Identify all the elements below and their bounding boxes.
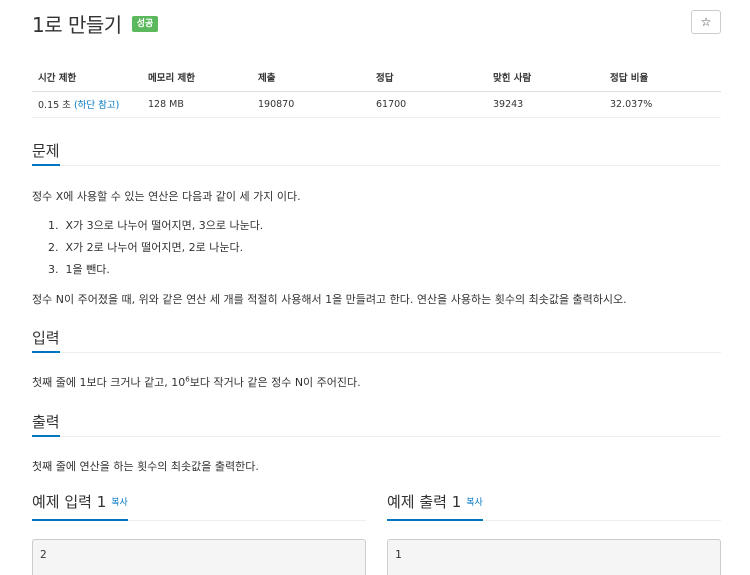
- list-text: X가 2로 나누어 떨어지면, 2로 나눈다.: [65, 241, 244, 254]
- list-number: 1.: [48, 219, 59, 232]
- table-header-row: 시간 제한 메모리 제한 제출 정답 맞힌 사람 정답 비율: [32, 64, 721, 92]
- output-section-header: 출력: [32, 411, 721, 437]
- column-header: 시간 제한: [32, 64, 142, 92]
- list-text: 1을 뺀다.: [65, 263, 110, 276]
- copy-output-button[interactable]: 복사: [466, 498, 483, 508]
- time-limit-value: 0.15 초: [38, 100, 74, 111]
- sample-output-title: 예제 출력 1: [387, 493, 462, 511]
- problem-heading: 문제: [32, 140, 60, 166]
- star-icon: ☆: [700, 15, 712, 29]
- problem-section-header: 문제: [32, 140, 721, 166]
- list-item: 1. X가 3으로 나누어 떨어지면, 3으로 나눈다.: [48, 218, 263, 240]
- list-text: X가 3으로 나누어 떨어지면, 3으로 나눈다.: [65, 219, 264, 232]
- input-description: 첫째 줄에 1보다 크거나 같고, 106보다 작거나 같은 정수 N이 주어진…: [32, 374, 722, 390]
- time-limit-cell: 0.15 초 (하단 참고): [32, 91, 142, 118]
- star-button[interactable]: ☆: [691, 10, 721, 34]
- list-item: 2. X가 2로 나누어 떨어지면, 2로 나눈다.: [48, 240, 263, 262]
- sample-input-heading: 예제 입력 1 복사: [32, 489, 128, 521]
- column-header: 맞힌 사람: [487, 64, 604, 92]
- problem-info-table: 시간 제한 메모리 제한 제출 정답 맞힌 사람 정답 비율 0.15 초 (하…: [32, 64, 721, 118]
- sample-output-header: 예제 출력 1 복사: [387, 489, 721, 521]
- operations-list: 1. X가 3으로 나누어 떨어지면, 3으로 나눈다. 2. X가 2로 나누…: [48, 218, 263, 284]
- copy-input-button[interactable]: 복사: [111, 498, 128, 508]
- problem-task: 정수 N이 주어졌을 때, 위와 같은 연산 세 개를 적절히 사용해서 1을 …: [32, 293, 627, 306]
- sample-output-box[interactable]: 1: [387, 539, 721, 575]
- page-title: 1로 만들기: [32, 12, 122, 37]
- column-header: 메모리 제한: [142, 64, 252, 92]
- column-header: 제출: [252, 64, 370, 92]
- submissions-cell: 190870: [252, 91, 370, 118]
- ratio-cell: 32.037%: [604, 91, 721, 118]
- sample-input-header: 예제 입력 1 복사: [32, 489, 366, 521]
- table-row: 0.15 초 (하단 참고) 128 MB 190870 61700 39243…: [32, 91, 721, 118]
- sample-input-title: 예제 입력 1: [32, 493, 107, 511]
- sample-output-heading: 예제 출력 1 복사: [387, 489, 483, 521]
- status-badge: 성공: [131, 16, 159, 32]
- list-number: 3.: [48, 263, 59, 276]
- time-limit-note-link[interactable]: (하단 참고): [74, 100, 119, 111]
- input-text: 첫째 줄에 1보다 크거나 같고, 10: [32, 376, 186, 389]
- solvers-cell: 39243: [487, 91, 604, 118]
- list-number: 2.: [48, 241, 59, 254]
- input-text: 보다 작거나 같은 정수 N이 주어진다.: [189, 376, 361, 389]
- output-description: 첫째 줄에 연산을 하는 횟수의 최솟값을 출력한다.: [32, 460, 259, 473]
- sample-input-box[interactable]: 2: [32, 539, 366, 575]
- input-heading: 입력: [32, 327, 60, 353]
- output-heading: 출력: [32, 411, 60, 437]
- column-header: 정답 비율: [604, 64, 721, 92]
- memory-limit-cell: 128 MB: [142, 91, 252, 118]
- input-section-header: 입력: [32, 327, 721, 353]
- problem-header: 1로 만들기 성공: [32, 8, 159, 38]
- column-header: 정답: [370, 64, 487, 92]
- correct-cell: 61700: [370, 91, 487, 118]
- problem-intro: 정수 X에 사용할 수 있는 연산은 다음과 같이 세 가지 이다.: [32, 190, 301, 203]
- list-item: 3. 1을 뺀다.: [48, 262, 263, 284]
